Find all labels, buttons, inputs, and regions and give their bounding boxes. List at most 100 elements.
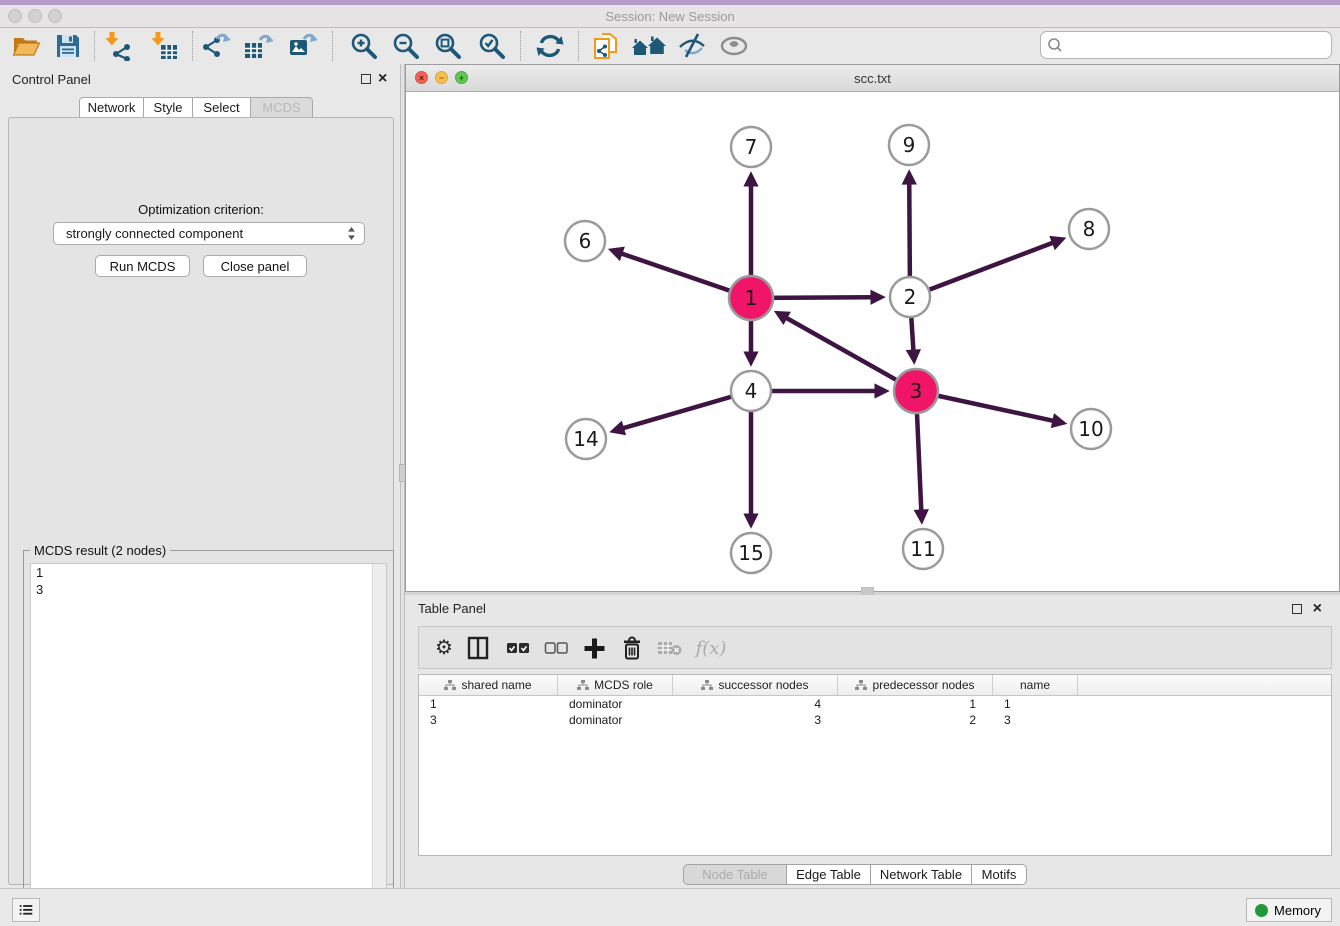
column-header-name[interactable]: name (993, 675, 1078, 695)
tab-style[interactable]: Style (143, 97, 193, 118)
home-button[interactable] (630, 30, 670, 62)
home-icon (631, 31, 669, 61)
clone-network-button[interactable] (590, 30, 622, 62)
zoom-out-button[interactable] (390, 30, 422, 62)
show-graphics-details-button[interactable] (718, 30, 750, 62)
mcds-tab-content: Optimization criterion: strongly connect… (8, 117, 394, 885)
zoom-fit-button[interactable] (432, 30, 464, 62)
select-stepper-icon (347, 226, 356, 241)
function-builder-button[interactable]: f(x) (691, 634, 731, 662)
graph-node-label-9: 9 (903, 133, 916, 157)
graph-node-label-10: 10 (1078, 417, 1103, 441)
open-session-button[interactable] (10, 30, 42, 62)
close-panel-button[interactable]: Close panel (203, 255, 307, 277)
table-cell[interactable]: 3 (673, 713, 838, 727)
table-cell[interactable]: 3 (993, 713, 1078, 727)
table-row[interactable]: 3dominator323 (419, 712, 1331, 728)
column-header-successor-nodes[interactable]: successor nodes (673, 675, 838, 695)
export-table-button[interactable] (242, 30, 274, 62)
delete-columns-button[interactable] (617, 634, 647, 662)
import-table-button[interactable] (148, 30, 180, 62)
tab-edge-table[interactable]: Edge Table (786, 864, 871, 885)
graph-node-label-2: 2 (904, 285, 917, 309)
table-cell[interactable]: 3 (419, 713, 558, 727)
tab-motifs[interactable]: Motifs (971, 864, 1027, 885)
unselect-all-button[interactable] (541, 634, 571, 662)
close-panel-icon[interactable]: × (378, 74, 387, 84)
network-view-window[interactable]: × − + scc.txt 1234678910111415 (405, 64, 1340, 592)
select-all-button[interactable] (503, 634, 533, 662)
zoom-selected-button[interactable] (476, 30, 508, 62)
eye-slash-icon (677, 31, 707, 61)
column-header-shared-name[interactable]: shared name (419, 675, 558, 695)
import-network-button[interactable] (102, 30, 134, 62)
table-cell[interactable]: 4 (673, 697, 838, 711)
status-bar: Memory (0, 888, 1340, 926)
export-table-icon (243, 31, 273, 61)
tab-node-table[interactable]: Node Table (683, 864, 787, 885)
toolbar-separator (332, 31, 333, 61)
graph-edge-2-8[interactable] (910, 242, 1053, 297)
zoom-in-icon (349, 31, 379, 61)
save-session-button[interactable] (52, 30, 84, 62)
tab-network-table[interactable]: Network Table (870, 864, 972, 885)
tab-network[interactable]: Network (79, 97, 144, 118)
table-cell[interactable]: 2 (838, 713, 993, 727)
eye-icon (719, 31, 749, 61)
search-input[interactable] (1067, 37, 1331, 54)
toolbar-separator (94, 31, 95, 61)
delete-table-button[interactable] (655, 634, 685, 662)
mcds-result-line: 1 (31, 564, 386, 581)
network-window-titlebar[interactable]: × − + scc.txt (406, 65, 1339, 92)
result-scrollbar[interactable] (372, 564, 386, 923)
zoom-selected-icon (477, 31, 507, 61)
node-table[interactable]: shared nameMCDS rolesuccessor nodesprede… (418, 674, 1332, 856)
graph-node-label-4: 4 (745, 379, 758, 403)
run-mcds-button[interactable]: Run MCDS (95, 255, 190, 277)
mcds-result-list[interactable]: 13 (30, 563, 387, 924)
graph-node-label-14: 14 (573, 427, 598, 451)
export-image-button[interactable] (286, 30, 318, 62)
close-table-panel-icon[interactable]: × (1313, 604, 1322, 614)
tab-select[interactable]: Select (192, 97, 251, 118)
mcds-result-group: MCDS result (2 nodes) 13 (23, 550, 394, 926)
table-row[interactable]: 1dominator411 (419, 696, 1331, 712)
zoom-in-button[interactable] (348, 30, 380, 62)
hide-graphics-details-button[interactable] (676, 30, 708, 62)
column-header-MCDS-role[interactable]: MCDS role (558, 675, 673, 695)
table-cell[interactable]: dominator (558, 697, 673, 711)
graph-node-label-6: 6 (579, 229, 592, 253)
toolbar-separator (578, 31, 579, 61)
table-panel: Table Panel × ⚙ (405, 595, 1340, 888)
table-settings-button[interactable]: ⚙ (429, 634, 459, 662)
search-box[interactable] (1040, 31, 1332, 59)
create-column-button[interactable] (579, 634, 609, 662)
graph-node-label-1: 1 (745, 286, 758, 310)
plus-icon (583, 637, 606, 660)
network-canvas[interactable]: 1234678910111415 (406, 91, 1339, 591)
table-cell[interactable]: 1 (419, 697, 558, 711)
control-panel: Control Panel × Network Style Select MCD… (0, 64, 400, 888)
table-panel-title: Table Panel (418, 601, 486, 616)
table-cell[interactable]: 1 (993, 697, 1078, 711)
criterion-select[interactable]: strongly connected component (53, 222, 365, 245)
float-table-panel-icon[interactable] (1292, 604, 1302, 614)
float-panel-icon[interactable] (361, 74, 371, 84)
column-header-label: name (1020, 678, 1050, 692)
task-history-button[interactable] (12, 898, 40, 922)
tab-mcds[interactable]: MCDS (250, 97, 313, 118)
table-cell[interactable]: 1 (838, 697, 993, 711)
unselect-all-icon (544, 640, 568, 656)
memory-button[interactable]: Memory (1246, 898, 1332, 922)
apply-layout-button[interactable] (534, 30, 566, 62)
graph-node-label-3: 3 (910, 379, 923, 403)
column-header-predecessor-nodes[interactable]: predecessor nodes (838, 675, 993, 695)
refresh-icon (535, 31, 565, 61)
export-network-button[interactable] (200, 30, 232, 62)
window-titlebar[interactable]: Session: New Session (0, 5, 1340, 28)
column-type-icon (577, 680, 589, 691)
show-columns-button[interactable] (463, 634, 493, 662)
table-cell[interactable]: dominator (558, 713, 673, 727)
memory-label: Memory (1274, 903, 1321, 918)
edge-layer (621, 183, 1054, 515)
